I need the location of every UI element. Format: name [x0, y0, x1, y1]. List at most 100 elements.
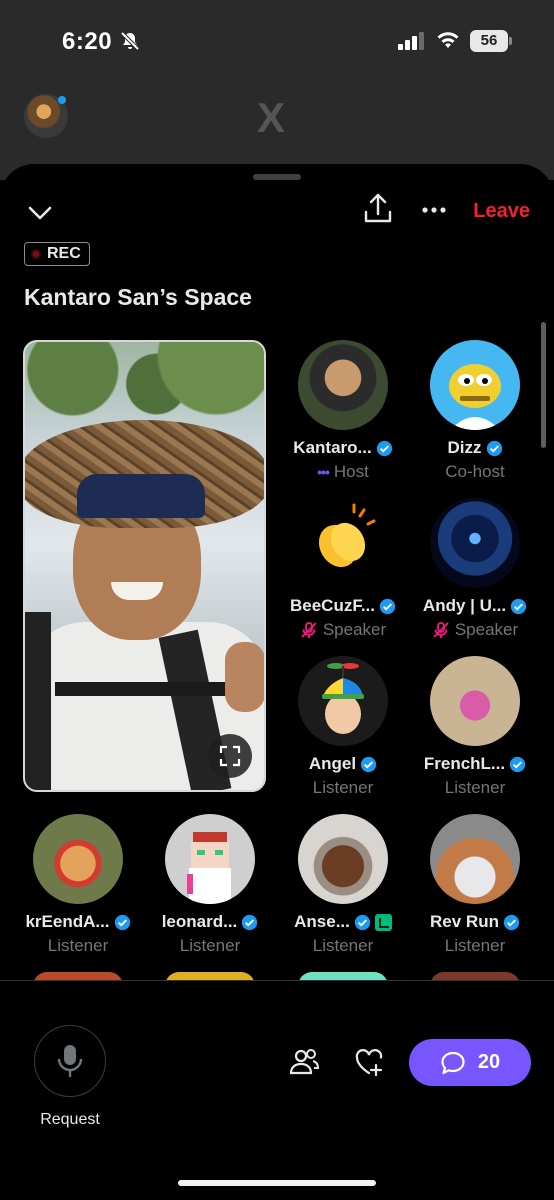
status-time: 6:20	[62, 28, 113, 55]
request-label: Request	[40, 1111, 100, 1128]
participant-card[interactable]: Dizz Co-host	[410, 340, 540, 482]
participant-card[interactable]: Kantaro... ••• Host	[278, 340, 408, 482]
verified-badge-icon	[379, 598, 396, 614]
avatar	[298, 340, 388, 430]
participant-role-row: Speaker	[278, 620, 408, 640]
participant-role-row: Co-host	[410, 462, 540, 482]
avatar	[430, 814, 520, 904]
verified-badge-icon	[486, 440, 502, 456]
status-bar: 6:20 56	[0, 0, 554, 80]
avatar	[430, 340, 520, 430]
propeller-hat-avatar-art	[322, 663, 364, 734]
participant-name-row: Rev Run	[410, 912, 540, 932]
verified-badge-icon	[376, 440, 392, 456]
participant-role: Host	[333, 462, 369, 481]
video-bandana	[77, 474, 205, 518]
host-video[interactable]	[23, 340, 266, 792]
participant-name-row: Angel	[278, 754, 408, 774]
video-chest-strap	[55, 682, 235, 696]
participant-role: Listener	[312, 936, 374, 955]
avatar	[165, 814, 255, 904]
video-hand	[225, 642, 264, 712]
participant-name: FrenchL...	[423, 754, 506, 773]
participant-card[interactable]: leonard... Listener	[145, 814, 275, 956]
participant-role: Listener	[312, 778, 374, 797]
avatar	[298, 498, 388, 588]
chevron-down-icon[interactable]	[24, 196, 56, 228]
host-indicator-icon: •••	[317, 464, 330, 480]
participant-role: Speaker	[322, 620, 387, 639]
bottom-bar: Request 20	[0, 981, 554, 1200]
verified-badge-icon	[503, 914, 520, 930]
participant-role-row: Listener	[278, 936, 408, 956]
more-options-icon[interactable]	[420, 196, 448, 224]
participant-name-row: BeeCuzF...	[278, 596, 408, 616]
avatar	[430, 656, 520, 746]
participants-icon[interactable]	[288, 1047, 320, 1077]
participant-name: Dizz	[447, 438, 482, 457]
participant-name-row: Dizz	[410, 438, 540, 458]
participant-role-row: Speaker	[410, 620, 540, 640]
scrollbar[interactable]	[541, 322, 546, 448]
space-title: Kantaro San’s Space	[24, 284, 252, 310]
share-icon[interactable]	[362, 192, 394, 226]
avatar	[430, 498, 520, 588]
home-indicator[interactable]	[178, 1180, 376, 1186]
sheet-grabber[interactable]	[253, 174, 301, 180]
participant-card[interactable]: FrenchL... Listener	[410, 656, 540, 798]
battery-indicator: 56	[470, 30, 512, 52]
participant-role-row: Listener	[145, 936, 275, 956]
participant-name: Angel	[308, 754, 357, 773]
avatar	[298, 656, 388, 746]
participant-card[interactable]: Angel Listener	[278, 656, 408, 798]
add-reaction-heart-icon[interactable]	[354, 1047, 384, 1077]
participant-role-row: ••• Host	[278, 462, 408, 482]
mic-muted-icon	[433, 622, 449, 638]
comment-count: 20	[477, 1051, 501, 1073]
leave-button[interactable]: Leave	[473, 200, 530, 223]
microphone-icon	[57, 1045, 83, 1077]
verified-badge-icon	[354, 914, 371, 930]
x-logo: X	[257, 94, 286, 141]
participant-role: Listener	[444, 778, 506, 797]
participant-name-row: Andy | U...	[410, 596, 540, 616]
participant-role: Listener	[47, 936, 109, 955]
participant-card[interactable]: Andy | U... Speaker	[410, 498, 540, 640]
participant-card[interactable]: Anse... Listener	[278, 814, 408, 956]
participant-name: krEendA...	[25, 912, 110, 931]
participant-card[interactable]: Rev Run Listener	[410, 814, 540, 956]
verified-badge-icon	[242, 914, 258, 930]
bell-muted-icon	[120, 31, 140, 51]
wifi-icon	[437, 32, 459, 48]
participant-role: Speaker	[454, 620, 519, 639]
participant-name: leonard...	[161, 912, 238, 931]
pixel-art-avatar	[187, 832, 231, 904]
expand-icon	[219, 745, 241, 767]
affiliate-badge-icon	[374, 913, 392, 931]
participant-card[interactable]: krEendA... Listener	[13, 814, 143, 956]
verified-badge-icon	[114, 914, 130, 930]
participant-name: Kantaro...	[293, 438, 372, 457]
record-dot-icon	[31, 249, 41, 259]
participant-role-row: Listener	[410, 936, 540, 956]
participant-name: Anse...	[294, 912, 350, 931]
space-toolbar: Leave	[0, 192, 554, 232]
participant-name-row: FrenchL...	[410, 754, 540, 774]
participant-role-row: Listener	[410, 778, 540, 798]
avatar	[24, 94, 68, 138]
participant-name-row: leonard...	[145, 912, 275, 932]
comments-button[interactable]: 20	[409, 1039, 531, 1086]
avatar	[298, 814, 388, 904]
fullscreen-button[interactable]	[208, 734, 252, 778]
clapping-hands-emoji-icon	[318, 503, 376, 568]
participant-card[interactable]: BeeCuzF... Speaker	[278, 498, 408, 640]
recording-badge: REC	[24, 242, 90, 266]
participant-role-row: Listener	[13, 936, 143, 956]
video-strap	[25, 612, 51, 790]
recording-label: REC	[47, 245, 81, 262]
mic-muted-icon	[301, 622, 317, 638]
cellular-signal-icon	[398, 32, 424, 50]
request-button[interactable]	[34, 1025, 106, 1097]
participant-role: Co-host	[445, 462, 505, 481]
participant-name: BeeCuzF...	[289, 596, 376, 615]
